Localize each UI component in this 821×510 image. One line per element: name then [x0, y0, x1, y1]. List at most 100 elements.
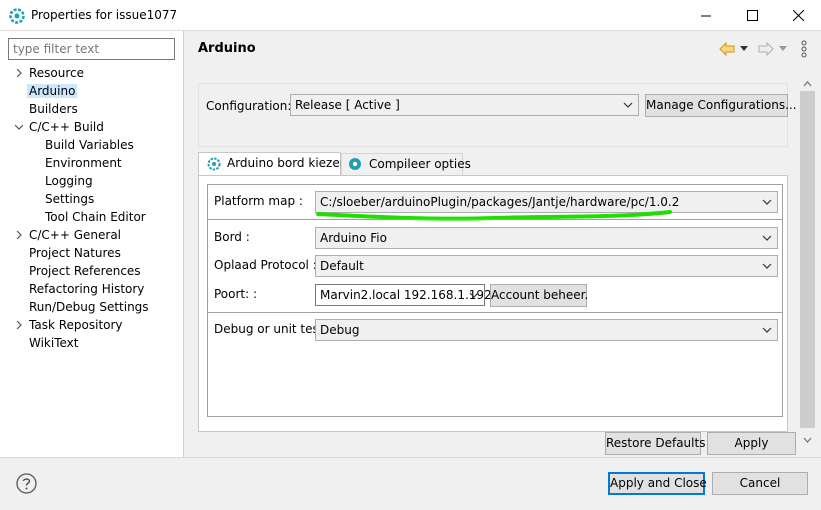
dropdown-arrow-icon — [779, 46, 787, 51]
sidebar-item-run-debug-settings[interactable]: Run/Debug Settings — [29, 298, 149, 316]
chevron-down-icon — [762, 235, 772, 241]
port-combo[interactable]: Marvin2.local 192.168.1.192 — [315, 284, 492, 306]
sidebar-item-tool-chain-editor[interactable]: Tool Chain Editor — [45, 208, 146, 226]
chevron-right-icon[interactable] — [14, 64, 24, 82]
sidebar-item-refactoring-history[interactable]: Refactoring History — [29, 280, 144, 298]
sidebar-item-builders[interactable]: Builders — [29, 100, 78, 118]
sidebar-item-logging[interactable]: Logging — [45, 172, 93, 190]
chevron-right-icon[interactable] — [14, 316, 24, 334]
chevron-down-icon[interactable] — [14, 118, 24, 136]
account-beheer-button[interactable]: Account beheer. — [490, 284, 588, 307]
sidebar-item-label: Project Natures — [29, 246, 121, 260]
minimize-button[interactable] — [683, 0, 729, 31]
close-button[interactable] — [775, 0, 821, 31]
sidebar-item-settings[interactable]: Settings — [45, 190, 94, 208]
tab-compileer-opties[interactable]: Compileer opties — [341, 153, 471, 175]
scroll-down-icon[interactable] — [799, 434, 816, 446]
forward-button[interactable] — [758, 40, 787, 58]
sidebar-item-label: Arduino — [27, 84, 78, 98]
sidebar-item-build-variables[interactable]: Build Variables — [45, 136, 134, 154]
sidebar-item-label: Settings — [45, 192, 95, 206]
forward-arrow-icon — [758, 42, 774, 56]
configuration-value: Release [ Active ] — [295, 98, 400, 112]
chevron-down-icon — [623, 102, 633, 108]
eclipse-gear-icon — [9, 8, 25, 24]
sidebar-item-label: Task Repository — [29, 318, 123, 332]
sidebar-item-environment[interactable]: Environment — [45, 154, 122, 172]
gear-icon — [349, 158, 361, 170]
sidebar-item-label: Resource — [29, 66, 85, 80]
apply-and-close-button[interactable]: Apply and Close — [608, 472, 707, 495]
help-icon[interactable] — [16, 473, 37, 494]
more-vertical-icon — [801, 40, 807, 58]
restore-defaults-button[interactable]: Restore Defaults — [605, 432, 705, 455]
tab-arduino-bord-kiezen[interactable]: Arduino bord kiezen — [198, 152, 347, 175]
protocol-value: Default — [320, 259, 364, 273]
platform-label: Platform map : — [214, 194, 303, 208]
properties-page: Arduino Configuration: Release [ Active … — [185, 31, 821, 457]
close-icon — [792, 10, 804, 21]
sidebar-item-label: C/C++ General — [29, 228, 122, 242]
sidebar-item-resource[interactable]: Resource — [29, 64, 84, 82]
sidebar-item-label: WikiText — [29, 336, 79, 350]
minimize-icon — [700, 15, 711, 17]
bord-select[interactable]: Arduino Fio — [315, 227, 778, 249]
maximize-icon — [746, 10, 758, 21]
manage-configurations-button[interactable]: Manage Configurations... — [645, 94, 797, 117]
chevron-down-icon — [762, 199, 772, 205]
debug-value: Debug — [320, 323, 360, 337]
port-label: Poort: : — [214, 287, 258, 301]
configuration-label: Configuration: — [206, 99, 292, 113]
sidebar-item-project-references[interactable]: Project References — [29, 262, 141, 280]
title-bar: Properties for issue1077 — [0, 0, 821, 31]
sidebar-item-arduino[interactable]: Arduino — [27, 82, 78, 100]
configuration-area: Configuration: Release [ Active ] Manage… — [198, 83, 797, 147]
separator — [208, 219, 782, 220]
sidebar-item-label: Project References — [29, 264, 141, 278]
protocol-select[interactable]: Default — [315, 255, 778, 277]
sidebar-item-label: Builders — [29, 102, 78, 116]
protocol-label: Oplaad Protocol : — [214, 258, 317, 272]
gear-icon — [207, 157, 221, 171]
sidebar-item-label: Environment — [45, 156, 122, 170]
sidebar-item-label: Refactoring History — [29, 282, 145, 296]
back-button[interactable] — [719, 40, 748, 58]
sidebar-item-cpp-build[interactable]: C/C++ Build — [29, 118, 104, 136]
port-value: Marvin2.local 192.168.1.192 — [320, 288, 492, 302]
sidebar-item-label: Logging — [45, 174, 93, 188]
platform-value: C:/sloeber/arduinoPlugin/packages/Jantje… — [320, 195, 680, 209]
board-settings-group: Platform map : C:/sloeber/arduinoPlugin/… — [207, 184, 783, 417]
chevron-down-icon — [762, 263, 772, 269]
dialog-footer: Apply and Close Cancel — [0, 457, 821, 510]
sidebar: Resource Arduino Builders C/C++ Build Bu… — [0, 31, 184, 457]
bord-value: Arduino Fio — [320, 231, 387, 245]
window-title: Properties for issue1077 — [31, 8, 178, 22]
back-arrow-icon — [719, 42, 735, 56]
chevron-right-icon[interactable] — [14, 226, 24, 244]
configuration-select[interactable]: Release [ Active ] — [290, 94, 639, 116]
sidebar-item-label: Build Variables — [45, 138, 134, 152]
view-menu-button[interactable] — [801, 40, 807, 58]
tab-label: Arduino bord kiezen — [227, 156, 348, 170]
tab-content: Platform map : C:/sloeber/arduinoPlugin/… — [198, 175, 788, 432]
chevron-down-icon — [469, 292, 479, 298]
debug-label: Debug or unit test — [214, 322, 324, 336]
sidebar-item-wikitext[interactable]: WikiText — [29, 334, 79, 352]
scroll-up-icon[interactable] — [799, 78, 816, 90]
dropdown-arrow-icon — [740, 46, 748, 51]
sidebar-item-task-repository[interactable]: Task Repository — [29, 316, 123, 334]
sidebar-item-cpp-general[interactable]: C/C++ General — [29, 226, 121, 244]
cancel-button[interactable]: Cancel — [712, 472, 808, 495]
bord-label: Bord : — [214, 230, 250, 244]
page-title: Arduino — [198, 41, 256, 56]
scrollbar-thumb[interactable] — [800, 91, 815, 428]
apply-button[interactable]: Apply — [707, 432, 796, 455]
sidebar-item-label: Tool Chain Editor — [45, 210, 146, 224]
filter-input[interactable] — [8, 38, 175, 60]
debug-select[interactable]: Debug — [315, 319, 778, 341]
sidebar-item-project-natures[interactable]: Project Natures — [29, 244, 121, 262]
chevron-down-icon — [762, 327, 772, 333]
tab-label: Compileer opties — [369, 157, 471, 171]
maximize-button[interactable] — [729, 0, 775, 31]
sidebar-item-label: Run/Debug Settings — [29, 300, 149, 314]
